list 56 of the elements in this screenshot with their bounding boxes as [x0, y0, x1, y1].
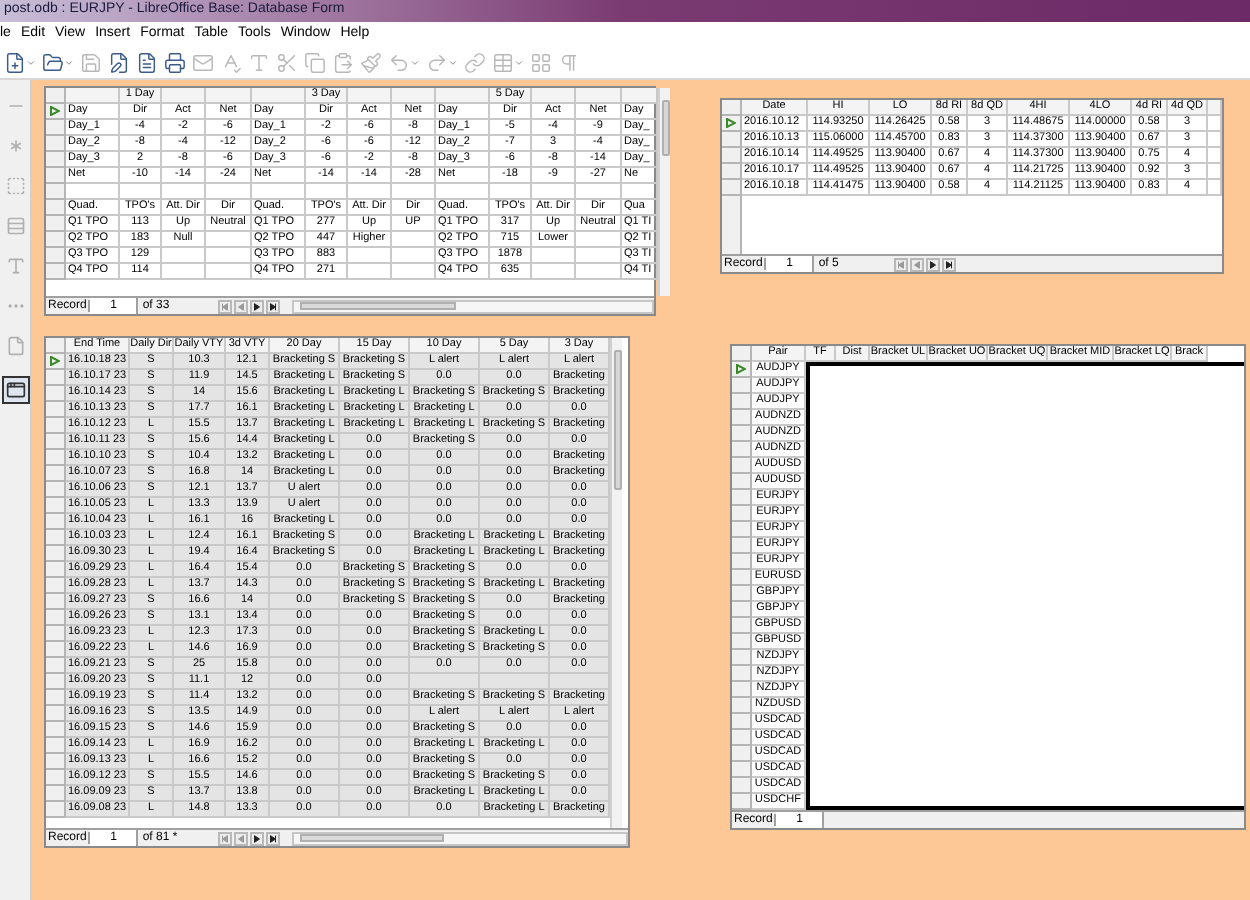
- copy-icon: [304, 51, 326, 73]
- next-record-icon[interactable]: [250, 299, 265, 313]
- vertical-scrollbar[interactable]: [610, 338, 622, 828]
- printer-icon: [164, 51, 186, 73]
- next-record-icon[interactable]: [926, 257, 941, 271]
- first-record-icon[interactable]: [218, 299, 233, 313]
- caret-icon: [26, 57, 36, 67]
- pdf-document-icon: [136, 51, 158, 73]
- row-header[interactable]: [46, 354, 66, 370]
- toolbar-button[interactable]: [136, 51, 158, 73]
- vertical-scrollbar[interactable]: [658, 88, 670, 296]
- paste-icon: [332, 51, 354, 73]
- last-record-icon[interactable]: [266, 831, 281, 845]
- caret-icon: [64, 57, 74, 67]
- form-icon: [5, 380, 25, 400]
- toolbar-button[interactable]: [4, 51, 36, 73]
- current-row-icon: [726, 118, 736, 128]
- toolbar-button[interactable]: [108, 51, 130, 73]
- caret-icon: [410, 57, 420, 67]
- spellcheck-icon: [220, 51, 242, 73]
- toolbar-button[interactable]: [42, 51, 74, 73]
- asterisk-icon: [5, 136, 25, 156]
- first-record-icon[interactable]: [894, 257, 909, 271]
- horizontal-scrollbar[interactable]: [292, 831, 628, 845]
- mail-icon: [192, 51, 214, 73]
- table-icon: [492, 51, 514, 73]
- current-row-icon: [50, 106, 60, 116]
- edit-document-icon: [108, 51, 130, 73]
- row-header[interactable]: [722, 116, 742, 132]
- text-icon: [248, 51, 270, 73]
- last-record-icon[interactable]: [942, 257, 957, 271]
- new-document-icon: [4, 51, 26, 73]
- horizontal-scrollbar[interactable]: [292, 299, 654, 313]
- paintbrush-icon: [360, 51, 382, 73]
- next-record-icon[interactable]: [250, 831, 265, 845]
- row-header[interactable]: [46, 104, 66, 120]
- pilcrow-icon: [558, 51, 580, 73]
- folder-icon: [42, 51, 64, 73]
- undo-icon: [388, 51, 410, 73]
- text-icon: [5, 256, 25, 276]
- grid-icon: [530, 51, 552, 73]
- scissors-icon: [276, 51, 298, 73]
- last-record-icon[interactable]: [266, 299, 281, 313]
- dashed-square-icon: [5, 176, 25, 196]
- first-record-icon[interactable]: [218, 831, 233, 845]
- caret-icon: [448, 57, 458, 67]
- page-icon: [5, 336, 25, 356]
- row-header[interactable]: [732, 362, 752, 378]
- rows-icon: [5, 216, 25, 236]
- current-row-icon: [50, 356, 60, 366]
- redo-icon: [426, 51, 448, 73]
- toolbar-button[interactable]: [164, 51, 186, 73]
- current-row-icon: [736, 364, 746, 374]
- toolbar-button[interactable]: [1, 376, 29, 404]
- caret-icon: [514, 57, 524, 67]
- link-icon: [464, 51, 486, 73]
